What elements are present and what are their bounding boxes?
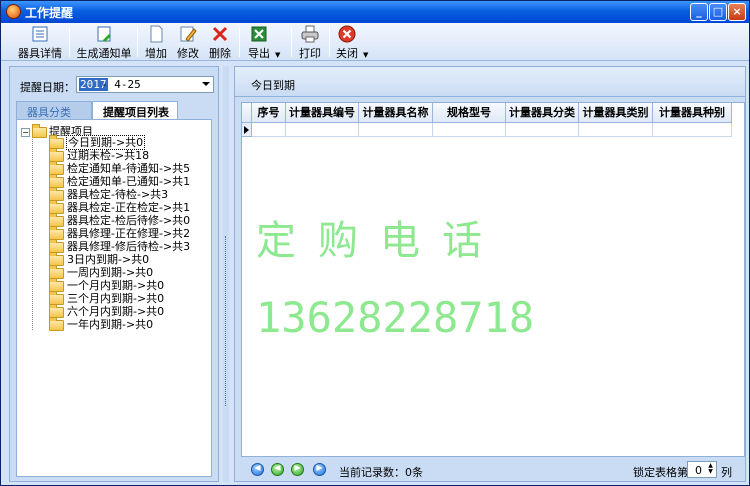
tree-item-due-3-days[interactable]: 3日内到期->共0 bbox=[47, 251, 150, 266]
folder-icon bbox=[49, 316, 64, 331]
reminder-date-label: 提醒日期： bbox=[20, 81, 75, 94]
grid-footer: ◀ ◀ ▶ ▶ 当前记录数：0条 锁定表格第 0 ▲ ▼ 列 bbox=[235, 459, 745, 481]
excel-export-icon bbox=[250, 25, 268, 43]
tree-item-notice-pending[interactable]: 检定通知单-待通知->共5 bbox=[47, 160, 191, 175]
generate-notice-icon bbox=[95, 25, 113, 43]
tab-reminder-list[interactable]: 提醒项目列表 bbox=[92, 101, 178, 119]
close-dropdown-arrow[interactable]: ▼ bbox=[363, 51, 368, 59]
grid-cell[interactable] bbox=[579, 123, 653, 137]
app-icon bbox=[6, 4, 21, 19]
maximize-button[interactable]: □ bbox=[709, 3, 727, 21]
column-header[interactable]: 计量器具种别 bbox=[653, 103, 732, 123]
list-details-icon bbox=[31, 25, 49, 43]
column-header[interactable]: 计量器具名称 bbox=[359, 103, 433, 123]
minimize-button[interactable]: _ bbox=[690, 3, 708, 21]
export-button[interactable]: 导出 bbox=[245, 25, 273, 60]
printer-icon bbox=[301, 25, 319, 43]
grid-cell[interactable] bbox=[286, 123, 359, 137]
delete-button[interactable]: 删除 bbox=[207, 25, 233, 60]
column-header[interactable]: 序号 bbox=[252, 103, 286, 123]
tree-item-verifying[interactable]: 器具检定-正在检定->共1 bbox=[47, 199, 191, 214]
grid-cell[interactable] bbox=[653, 123, 732, 137]
row-header-corner bbox=[242, 103, 252, 123]
chevron-down-icon[interactable] bbox=[202, 82, 210, 86]
tree-item-due-today[interactable]: 今日到期->共0 bbox=[47, 134, 146, 150]
tree-item-repairing[interactable]: 器具修理-正在修理->共2 bbox=[47, 225, 191, 240]
tree-item-verify-await-repair[interactable]: 器具检定-检后待修->共0 bbox=[47, 212, 191, 227]
title-bar[interactable]: 工作提醒 _ □ × bbox=[1, 1, 749, 23]
tree-item-due-3-months[interactable]: 三个月内到期->共0 bbox=[47, 290, 165, 305]
column-header[interactable]: 计量器具类别 bbox=[579, 103, 653, 123]
previous-record-button[interactable]: ◀ bbox=[271, 463, 284, 476]
column-header[interactable]: 计量器具编号 bbox=[286, 103, 359, 123]
next-icon: ▶ bbox=[294, 463, 301, 472]
left-tabs: 器具分类 提醒项目列表 bbox=[16, 101, 216, 119]
tree-item-due-1-week[interactable]: 一周内到期->共0 bbox=[47, 264, 154, 279]
lock-columns-unit: 列 bbox=[721, 466, 732, 479]
panel-splitter[interactable] bbox=[223, 66, 229, 482]
tab-instrument-category[interactable]: 器具分类 bbox=[16, 101, 92, 119]
grid-cell[interactable] bbox=[359, 123, 433, 137]
data-grid[interactable]: 序号 计量器具编号 计量器具名称 规格型号 计量器具分类 计量器具类别 计量器具… bbox=[241, 102, 745, 457]
reminder-tree: − 提醒项目 今日到期->共0 过期未检->共18 检定通知单-待通知->共5 检… bbox=[16, 119, 212, 477]
main-window: 工作提醒 _ □ × 器具详情 生成通知单 增加 修改 删除 导出 ▼ 打印 关… bbox=[0, 0, 750, 486]
grid-cell[interactable] bbox=[252, 123, 286, 137]
edit-pencil-icon bbox=[179, 25, 197, 43]
watermark-phone-number: 13628228718 bbox=[256, 293, 535, 342]
lock-columns-label: 锁定表格第 bbox=[633, 466, 688, 479]
new-document-icon bbox=[147, 25, 165, 43]
lock-columns-value[interactable]: 0 bbox=[695, 464, 702, 477]
column-header[interactable]: 规格型号 bbox=[433, 103, 506, 123]
tree-item-verify-pending[interactable]: 器具检定-待检->共3 bbox=[47, 186, 169, 201]
window-title: 工作提醒 bbox=[25, 6, 74, 20]
right-panel: 今日到期 序号 计量器具编号 计量器具名称 规格型号 计量器具分类 计量器具类别… bbox=[234, 66, 746, 482]
print-button[interactable]: 打印 bbox=[297, 25, 323, 60]
reminder-date-picker[interactable]: 2017 - 4-25 bbox=[76, 76, 214, 93]
collapse-icon[interactable]: − bbox=[21, 127, 30, 137]
watermark-order-phone-label: 定购电话 bbox=[256, 218, 504, 264]
current-row-indicator[interactable] bbox=[242, 123, 252, 137]
close-red-icon bbox=[338, 25, 356, 43]
toolbar: 器具详情 生成通知单 增加 修改 删除 导出 ▼ 打印 关闭 ▼ bbox=[1, 23, 749, 61]
tree-item-notice-sent[interactable]: 检定通知单-已通知->共1 bbox=[47, 173, 191, 188]
previous-icon: ◀ bbox=[274, 463, 281, 472]
row-pointer-icon bbox=[244, 126, 249, 134]
spinner-arrows-icon[interactable]: ▲ ▼ bbox=[706, 463, 715, 476]
last-icon: ▶ bbox=[316, 463, 323, 472]
grid-header: 序号 计量器具编号 计量器具名称 规格型号 计量器具分类 计量器具类别 计量器具… bbox=[242, 103, 732, 123]
column-header[interactable]: 计量器具分类 bbox=[506, 103, 579, 123]
delete-x-icon bbox=[211, 25, 229, 43]
tree-item-repair-await-verify[interactable]: 器具修理-修后待检->共3 bbox=[47, 238, 191, 253]
first-record-button[interactable]: ◀ bbox=[251, 463, 264, 476]
tree-guide-line bbox=[32, 134, 33, 330]
first-icon: ◀ bbox=[254, 463, 261, 472]
tree-item-due-1-year[interactable]: 一年内到期->共0 bbox=[47, 316, 154, 331]
left-panel: 提醒日期： 2017 - 4-25 器具分类 提醒项目列表 − 提醒项目 今日到期… bbox=[9, 66, 219, 482]
close-button[interactable]: 关闭 bbox=[335, 25, 359, 60]
tree-item-due-6-months[interactable]: 六个月内到期->共0 bbox=[47, 303, 165, 318]
folder-open-icon bbox=[32, 123, 47, 138]
right-panel-header: 今日到期 bbox=[235, 67, 745, 97]
tree-item-due-1-month[interactable]: 一个月内到期->共0 bbox=[47, 277, 165, 292]
last-record-button[interactable]: ▶ bbox=[313, 463, 326, 476]
close-window-button[interactable]: × bbox=[728, 3, 746, 21]
export-dropdown-arrow[interactable]: ▼ bbox=[275, 51, 280, 59]
record-count: 当前记录数：0条 bbox=[339, 466, 423, 479]
grid-cell[interactable] bbox=[506, 123, 579, 137]
tree-item-overdue[interactable]: 过期未检->共18 bbox=[47, 147, 150, 162]
lock-columns-stepper[interactable]: 0 ▲ ▼ bbox=[687, 461, 717, 478]
instrument-details-button[interactable]: 器具详情 bbox=[15, 25, 65, 60]
splitter-grip[interactable] bbox=[225, 236, 227, 406]
add-button[interactable]: 增加 bbox=[143, 25, 169, 60]
next-record-button[interactable]: ▶ bbox=[291, 463, 304, 476]
generate-notice-button[interactable]: 生成通知单 bbox=[75, 25, 133, 60]
grid-cell[interactable] bbox=[433, 123, 506, 137]
right-panel-title: 今日到期 bbox=[251, 79, 295, 92]
edit-button[interactable]: 修改 bbox=[175, 25, 201, 60]
date-month-day[interactable]: - 4-25 bbox=[101, 78, 141, 91]
